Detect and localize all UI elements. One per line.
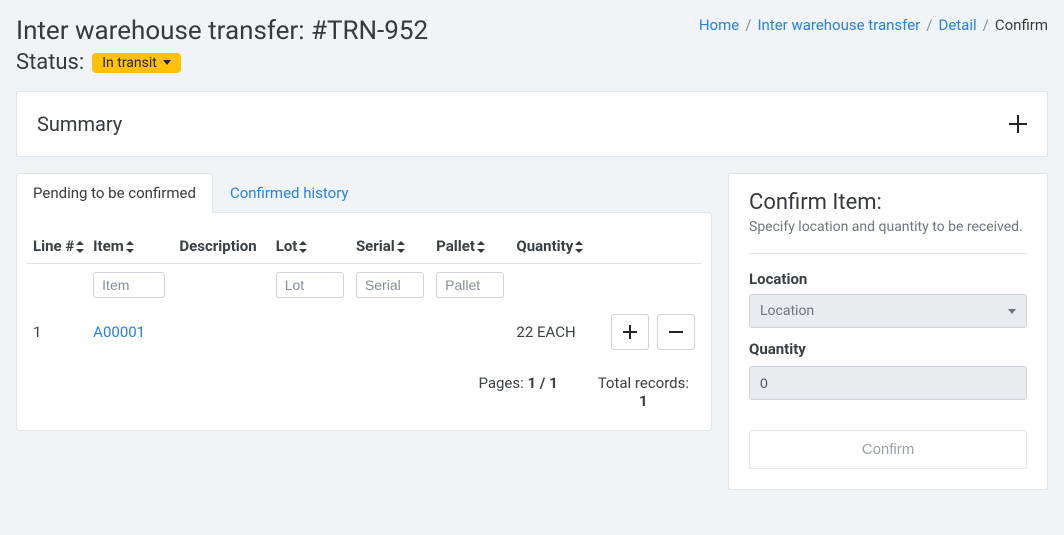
col-description[interactable]: Description <box>173 229 269 264</box>
row-add-button[interactable] <box>611 314 649 350</box>
sort-icon <box>397 241 405 253</box>
cell-serial <box>350 306 430 358</box>
pending-table-card: Line # Item Description Lot Serial Palle… <box>16 212 712 431</box>
sort-icon <box>76 241 84 253</box>
col-item[interactable]: Item <box>87 229 173 264</box>
location-label: Location <box>749 270 1027 288</box>
breadcrumb: Home / Inter warehouse transfer / Detail… <box>699 16 1048 34</box>
breadcrumb-sep: / <box>926 16 932 34</box>
summary-card[interactable]: Summary <box>16 91 1048 157</box>
col-quantity[interactable]: Quantity <box>510 229 600 264</box>
table-footer: Pages: 1 / 1 Total records: 1 <box>27 358 701 414</box>
total-value: 1 <box>639 392 648 410</box>
cell-description <box>173 306 269 358</box>
cell-item-link[interactable]: A00001 <box>93 323 145 341</box>
tab-history[interactable]: Confirmed history <box>213 173 366 213</box>
quantity-input[interactable] <box>749 366 1027 400</box>
cell-pallet <box>430 306 510 358</box>
filter-item-input[interactable] <box>93 272 165 298</box>
summary-title: Summary <box>37 112 122 136</box>
col-serial-label: Serial <box>356 237 395 255</box>
status-prefix: Status: <box>16 50 84 75</box>
breadcrumb-transfer[interactable]: Inter warehouse transfer <box>757 16 920 34</box>
table-filter-row <box>27 264 701 307</box>
sort-icon <box>299 241 307 253</box>
status-dropdown[interactable]: In transit <box>92 53 181 73</box>
panel-subtitle: Specify location and quantity to be rece… <box>749 219 1027 235</box>
total-label: Total records: <box>598 374 689 392</box>
col-serial[interactable]: Serial <box>350 229 430 264</box>
panel-title: Confirm Item: <box>749 190 1027 215</box>
sort-icon <box>575 241 583 253</box>
divider <box>749 253 1027 254</box>
cell-lot <box>270 306 350 358</box>
cell-line: 1 <box>27 306 87 358</box>
col-lot-label: Lot <box>276 237 298 255</box>
breadcrumb-home[interactable]: Home <box>699 16 739 34</box>
col-description-label: Description <box>179 237 256 255</box>
page-header: Inter warehouse transfer: #TRN-952 Statu… <box>0 0 1064 83</box>
breadcrumb-detail[interactable]: Detail <box>938 16 976 34</box>
status-value: In transit <box>102 55 157 71</box>
page-title: Inter warehouse transfer: #TRN-952 <box>16 16 428 46</box>
breadcrumb-sep: / <box>745 16 751 34</box>
breadcrumb-current: Confirm <box>995 16 1048 34</box>
location-select[interactable]: Location <box>749 294 1027 328</box>
cell-quantity: 22 EACH <box>510 306 600 358</box>
quantity-label: Quantity <box>749 340 1027 358</box>
tab-pending[interactable]: Pending to be confirmed <box>16 173 213 213</box>
expand-plus-icon[interactable] <box>1009 115 1027 133</box>
col-pallet-label: Pallet <box>436 237 475 255</box>
col-line-label: Line # <box>33 237 74 255</box>
caret-down-icon <box>163 60 171 65</box>
table-header-row: Line # Item Description Lot Serial Palle… <box>27 229 701 264</box>
filter-pallet-input[interactable] <box>436 272 504 298</box>
breadcrumb-sep: / <box>983 16 989 34</box>
row-remove-button[interactable] <box>657 314 695 350</box>
confirm-button[interactable]: Confirm <box>749 430 1027 469</box>
minus-icon <box>669 325 683 339</box>
location-placeholder: Location <box>760 303 814 319</box>
confirm-item-panel: Confirm Item: Specify location and quant… <box>728 173 1048 490</box>
col-lot[interactable]: Lot <box>270 229 350 264</box>
status-line: Status: In transit <box>16 50 428 75</box>
pages-label: Pages: <box>478 374 523 392</box>
caret-down-icon <box>1008 309 1016 314</box>
sort-icon <box>126 241 134 253</box>
filter-lot-input[interactable] <box>276 272 344 298</box>
col-quantity-label: Quantity <box>516 237 573 255</box>
table-row: 1 A00001 22 EACH <box>27 306 701 358</box>
col-line[interactable]: Line # <box>27 229 87 264</box>
plus-icon <box>623 325 637 339</box>
col-item-label: Item <box>93 237 124 255</box>
col-pallet[interactable]: Pallet <box>430 229 510 264</box>
sort-icon <box>477 241 485 253</box>
tabstrip: Pending to be confirmed Confirmed histor… <box>16 173 712 213</box>
pages-value: 1 / 1 <box>527 374 557 392</box>
filter-serial-input[interactable] <box>356 272 424 298</box>
